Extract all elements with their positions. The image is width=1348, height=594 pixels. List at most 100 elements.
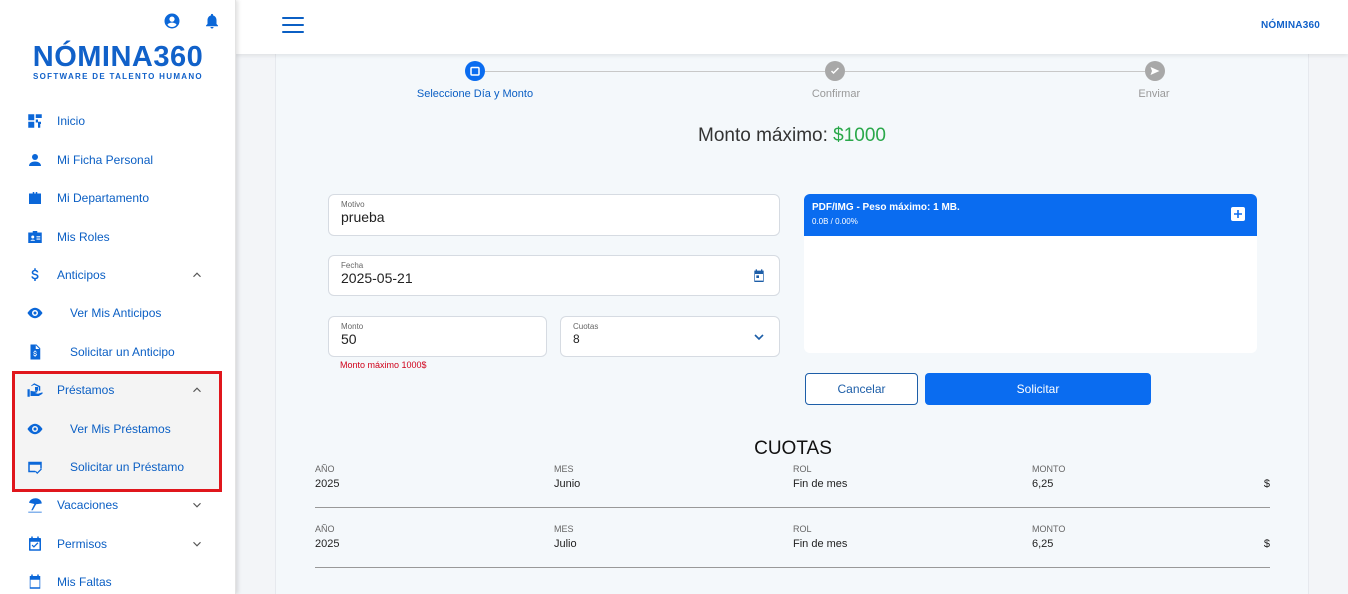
rol-cell: ROL Fin de mes [793,464,848,490]
sidebar-item-prestamos[interactable]: Préstamos [0,373,235,407]
step-2-label: Confirmar [811,88,861,100]
year-cell: AÑO 2025 [315,464,340,490]
id-card-icon [26,228,44,246]
sidebar-item-label: Préstamos [57,383,115,397]
dollar-icon [26,266,44,284]
step-1-dot[interactable] [465,61,485,81]
step-3-dot[interactable] [1145,61,1165,81]
year-cell: AÑO 2025 [315,524,340,550]
logo-subtitle: SOFTWARE DE TALENTO HUMANO [33,72,203,81]
sidebar-item-label: Mis Faltas [57,575,112,589]
stepper-line [485,71,825,72]
logo-main: NÓMINA360 [32,41,204,73]
sidebar-item-label: Permisos [57,537,108,551]
cancel-button[interactable]: Cancelar [805,373,918,405]
eye-icon [26,304,44,322]
step-1-label: Seleccione Día y Monto [416,88,534,100]
amount-cell: MONTO 6,25 [1032,524,1066,550]
sidebar-item-label: Mi Departamento [57,191,150,205]
sidebar-item-mi-ficha-personal[interactable]: Mi Ficha Personal [0,143,235,177]
bell-icon[interactable] [203,12,221,35]
sidebar-item-ver-mis-anticipos[interactable]: Ver Mis Anticipos [0,296,235,330]
logo: NÓMINA360 SOFTWARE DE TALENTO HUMANO [0,41,235,81]
send-icon [1150,67,1160,75]
sidebar-item-anticipos[interactable]: Anticipos [0,258,235,292]
dashboard-icon [26,112,44,130]
sidebar-top-icons [163,12,221,35]
upload-title: PDF/IMG - Peso máximo: 1 MB. [812,202,960,213]
max-amount-value: $1000 [833,125,886,146]
motivo-label: Motivo [341,200,365,209]
chevron-down-icon [190,537,204,551]
sidebar-item-mis-roles[interactable]: Mis Roles [0,220,235,254]
cuotas-title: CUOTAS [754,438,832,459]
table-row: AÑO 2025 MES Junio ROL Fin de mes MONTO 6,25… [315,464,1270,508]
menu-icon[interactable] [282,17,304,35]
step-3-label: Enviar [1138,88,1170,100]
monto-label: Monto [341,322,364,331]
sidebar-item-vacaciones[interactable]: Vacaciones [0,488,235,522]
fecha-field[interactable]: Fecha 2025-05-21 [328,255,780,296]
sidebar: NÓMINA360 SOFTWARE DE TALENTO HUMANO Ini… [0,0,236,594]
file-dollar-icon [26,343,44,361]
cuotas-label: Cuotas [573,322,599,331]
sidebar-item-label: Solicitar un Anticipo [70,345,175,359]
sidebar-item-label: Vacaciones [57,498,119,512]
sidebar-item-label: Mis Roles [57,230,110,244]
rol-cell: ROL Fin de mes [793,524,848,550]
sidebar-item-solicitar-prestamo[interactable]: Solicitar un Préstamo [0,450,235,484]
sidebar-item-ver-mis-prestamos[interactable]: Ver Mis Préstamos [0,412,235,446]
step-2-dot[interactable] [825,61,845,81]
sidebar-item-label: Ver Mis Anticipos [70,306,162,320]
calendar-icon [26,573,44,591]
currency-cell: $ [1263,538,1270,550]
motivo-input[interactable]: prueba [341,209,385,225]
eye-icon [26,420,44,438]
chevron-down-icon[interactable] [751,329,767,345]
amount-cell: MONTO 6,25 [1032,464,1066,490]
beach-icon [26,496,44,514]
calendar-check-icon [26,535,44,553]
sidebar-item-label: Ver Mis Préstamos [70,422,171,436]
submit-button[interactable]: Solicitar [925,373,1151,405]
motivo-field[interactable]: Motivo prueba [328,194,780,236]
person-icon [26,151,44,169]
card-check-icon [26,458,44,476]
check-icon [830,67,840,75]
monto-field[interactable]: Monto 50 [328,316,547,357]
table-row: AÑO 2025 MES Julio ROL Fin de mes MONTO 6,25… [315,524,1270,568]
upload-size: 0.0B / 0.00% [812,217,858,226]
fecha-label: Fecha [341,261,364,270]
plus-icon[interactable] [1231,207,1245,221]
loan-icon [26,381,44,399]
month-cell: MES Julio [554,524,577,550]
sidebar-item-mis-faltas[interactable]: Mis Faltas [0,565,235,594]
chevron-up-icon [190,383,204,397]
sidebar-item-permisos[interactable]: Permisos [0,527,235,561]
cuotas-value: 8 [573,332,580,346]
sidebar-item-solicitar-anticipo[interactable]: Solicitar un Anticipo [0,335,235,369]
file-upload[interactable]: PDF/IMG - Peso máximo: 1 MB. 0.0B / 0.00… [804,194,1257,353]
calendar-icon [470,66,480,76]
upload-header: PDF/IMG - Peso máximo: 1 MB. 0.0B / 0.00… [804,194,1257,236]
cuotas-select[interactable]: Cuotas 8 [560,316,780,357]
monto-input[interactable]: 50 [341,331,357,347]
sidebar-item-mi-departamento[interactable]: Mi Departamento [0,181,235,215]
chevron-up-icon [190,268,204,282]
briefcase-icon [26,189,44,207]
fecha-input[interactable]: 2025-05-21 [341,270,413,286]
top-header: NÓMINA360 [236,0,1348,54]
calendar-icon[interactable] [751,268,767,284]
sidebar-item-inicio[interactable]: Inicio [0,104,235,138]
monto-error: Monto máximo 1000$ [340,360,427,370]
sidebar-item-label: Solicitar un Préstamo [70,460,185,474]
sidebar-item-label: Inicio [57,114,86,128]
month-cell: MES Junio [554,464,581,490]
currency-cell: $ [1263,478,1270,490]
chevron-down-icon [190,498,204,512]
account-icon[interactable] [163,12,181,35]
sidebar-item-label: Mi Ficha Personal [57,153,154,167]
header-brand: NÓMINA360 [1260,20,1320,31]
max-amount-prefix: Monto máximo: [698,125,828,146]
sidebar-item-label: Anticipos [57,268,106,282]
